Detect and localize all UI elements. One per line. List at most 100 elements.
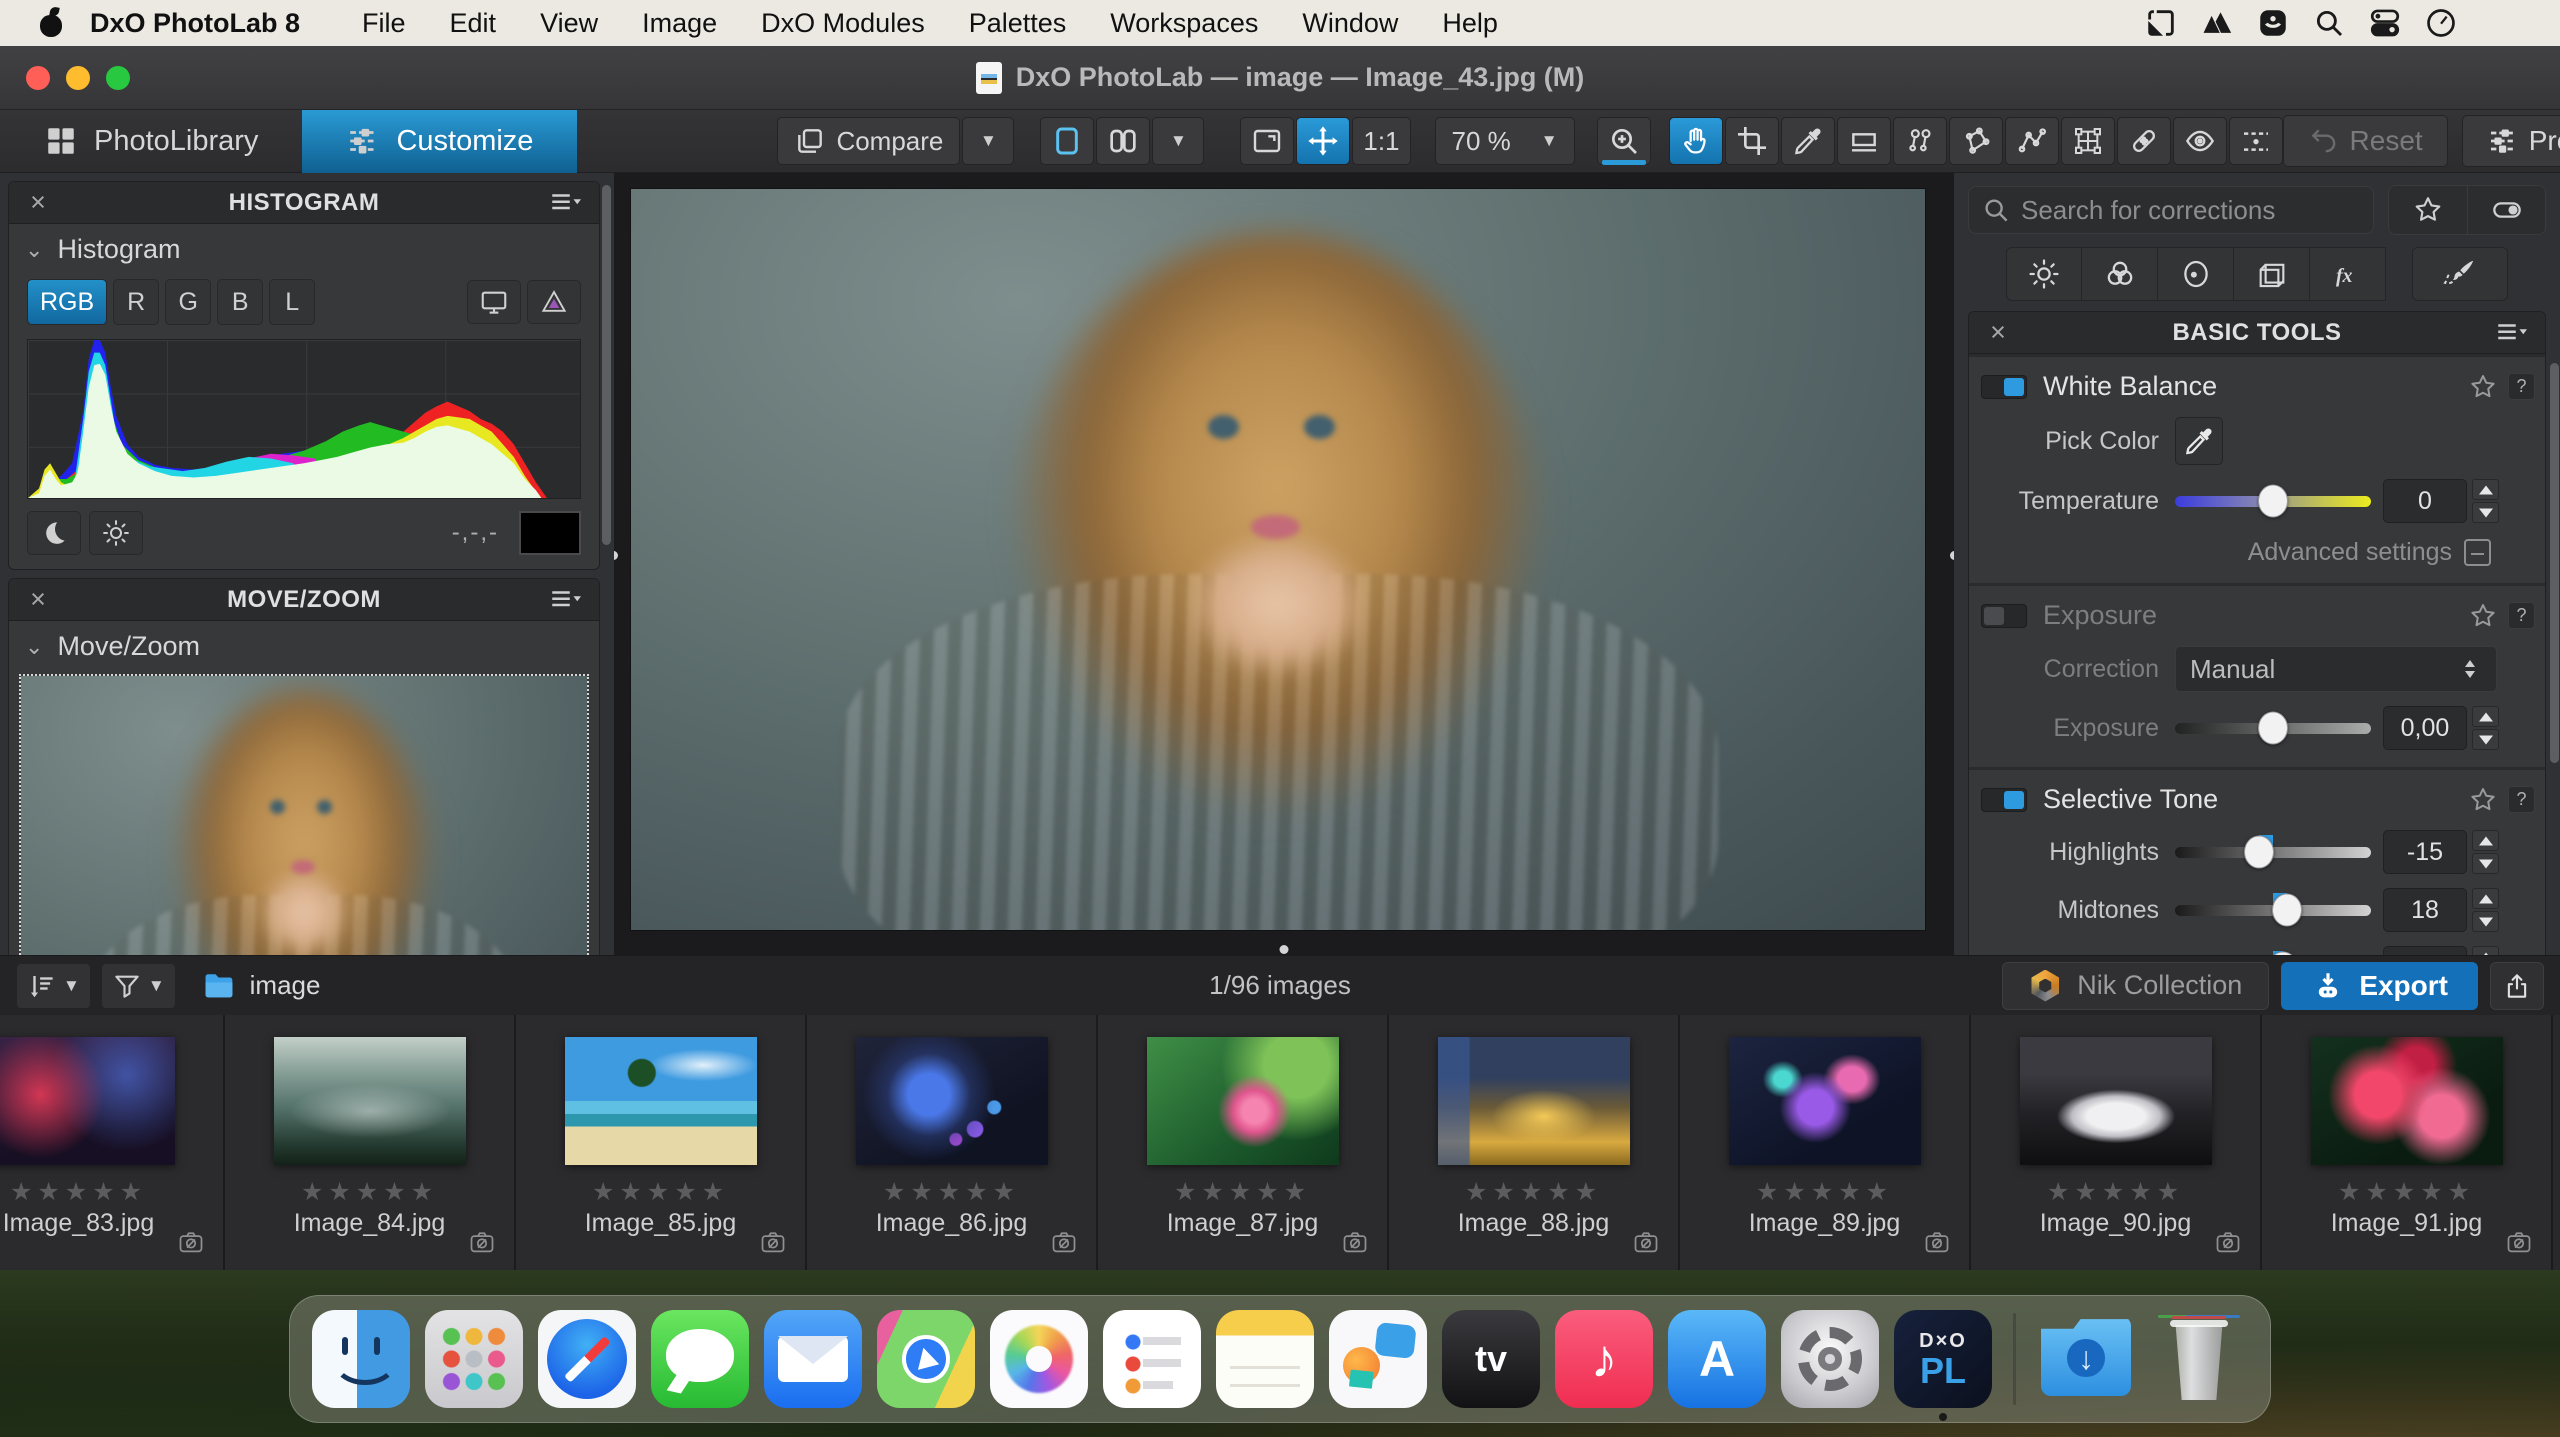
tool-button-control-line[interactable] xyxy=(2005,117,2059,165)
dock-icon-trash[interactable] xyxy=(2150,1310,2248,1408)
thumbnail-image[interactable] xyxy=(1147,1037,1339,1165)
star-icon[interactable] xyxy=(2468,372,2498,402)
increment-button[interactable] xyxy=(2472,830,2499,851)
tool-button-control-polygon[interactable] xyxy=(1949,117,2003,165)
close-window-button[interactable] xyxy=(26,66,50,90)
palette-menu-icon[interactable] xyxy=(547,585,585,615)
export-button[interactable]: Export xyxy=(2281,962,2478,1010)
thumbnail-image[interactable] xyxy=(2020,1037,2212,1165)
dock-icon-finder[interactable] xyxy=(312,1310,410,1408)
thumbnail-image[interactable] xyxy=(856,1037,1048,1165)
help-icon[interactable]: ? xyxy=(2508,602,2535,629)
status-icon[interactable] xyxy=(2312,6,2346,40)
increment-button[interactable] xyxy=(2472,706,2499,727)
zoom-window-button[interactable] xyxy=(106,66,130,90)
tool-button-horizon[interactable] xyxy=(1837,117,1891,165)
category-button-fx[interactable]: fx xyxy=(2310,247,2386,301)
slider-thumb[interactable] xyxy=(2258,712,2288,745)
decrement-button[interactable] xyxy=(2472,853,2499,874)
favorites-filter-button[interactable] xyxy=(2389,186,2467,234)
shadow-clipping-button[interactable] xyxy=(27,511,81,555)
dock-icon-appletv[interactable] xyxy=(1442,1310,1540,1408)
decrement-button[interactable] xyxy=(2472,502,2499,523)
monitor-gamut-button[interactable] xyxy=(467,280,521,324)
dock-icon-notes[interactable] xyxy=(1216,1310,1314,1408)
compare-button[interactable]: Compare xyxy=(777,117,960,165)
minimize-window-button[interactable] xyxy=(66,66,90,90)
thumbnail-image[interactable] xyxy=(2311,1037,2503,1165)
right-panel-resize-handle[interactable] xyxy=(1950,551,1954,560)
hand-tool-button[interactable] xyxy=(1669,117,1723,165)
slider-thumb[interactable] xyxy=(2272,894,2302,927)
slider-thumb[interactable] xyxy=(2258,485,2288,518)
thumbnail-image[interactable] xyxy=(1729,1037,1921,1165)
filmstrip-item-Image_90.jpg[interactable]: ★★★★★ Image_90.jpg xyxy=(1971,1015,2262,1270)
dock-icon-reminders[interactable] xyxy=(1103,1310,1201,1408)
tone-slider[interactable] xyxy=(2175,835,2371,869)
dock-icon-freeform[interactable] xyxy=(1329,1310,1427,1408)
dock-icon-maps[interactable] xyxy=(877,1310,975,1408)
filmstrip-item-Image_85.jpg[interactable]: ★★★★★ Image_85.jpg xyxy=(516,1015,807,1270)
single-view-button[interactable] xyxy=(1040,117,1094,165)
menubar-app-name[interactable]: DxO PhotoLab 8 xyxy=(90,8,300,39)
increment-button[interactable] xyxy=(2472,946,2499,955)
share-button[interactable] xyxy=(2490,962,2544,1010)
exposure-toggle[interactable] xyxy=(1981,604,2027,628)
presets-button[interactable]: Presets xyxy=(2462,115,2560,167)
left-panel-scrollbar[interactable] xyxy=(602,185,611,545)
dock-icon-launchpad[interactable] xyxy=(425,1310,523,1408)
status-icon[interactable] xyxy=(2368,6,2402,40)
bottom-resize-handle[interactable] xyxy=(1280,945,1289,954)
filmstrip-item-Image_86.jpg[interactable]: ★★★★★ Image_86.jpg xyxy=(807,1015,1098,1270)
movezoom-preview[interactable] xyxy=(19,674,589,955)
star-rating[interactable]: ★★★★★ xyxy=(883,1177,1020,1207)
channel-button-B[interactable]: B xyxy=(217,279,263,325)
thumbnail-image[interactable] xyxy=(274,1037,466,1165)
channel-button-R[interactable]: R xyxy=(113,279,159,325)
exposure-value[interactable]: 0,00 xyxy=(2383,706,2467,750)
star-rating[interactable]: ★★★★★ xyxy=(301,1177,438,1207)
white-balance-toggle[interactable] xyxy=(1981,375,2027,399)
menu-item[interactable]: Workspaces xyxy=(1088,0,1280,46)
star-rating[interactable]: ★★★★★ xyxy=(2338,1177,2475,1207)
tool-button-crop[interactable] xyxy=(1725,117,1779,165)
image-viewer[interactable] xyxy=(614,173,1954,955)
menu-item[interactable]: File xyxy=(340,0,428,46)
collapse-icon[interactable] xyxy=(2464,539,2491,566)
filmstrip-item-Image_87.jpg[interactable]: ★★★★★ Image_87.jpg xyxy=(1098,1015,1389,1270)
dock-icon-mail[interactable] xyxy=(764,1310,862,1408)
filmstrip-item-Image_83.jpg[interactable]: ★★★★★ Image_83.jpg xyxy=(0,1015,225,1270)
dock-icon-safari[interactable] xyxy=(538,1310,636,1408)
right-panel-scrollbar[interactable] xyxy=(2550,363,2559,763)
move-tool-button[interactable] xyxy=(1296,117,1350,165)
menu-item[interactable]: Edit xyxy=(428,0,519,46)
tone-value[interactable]: -15 xyxy=(2383,830,2467,874)
menu-item[interactable]: DxO Modules xyxy=(739,0,947,46)
star-rating[interactable]: ★★★★★ xyxy=(592,1177,729,1207)
exposure-slider[interactable] xyxy=(2175,711,2371,745)
star-rating[interactable]: ★★★★★ xyxy=(1465,1177,1602,1207)
apple-menu-icon[interactable] xyxy=(38,8,64,38)
star-rating[interactable]: ★★★★★ xyxy=(2047,1177,2184,1207)
status-icon[interactable] xyxy=(2200,6,2234,40)
status-icon[interactable] xyxy=(2144,6,2178,40)
tool-button-mask-options[interactable] xyxy=(2229,117,2283,165)
compare-dropdown-button[interactable]: ▼ xyxy=(962,117,1014,165)
corrections-search[interactable] xyxy=(1968,186,2374,234)
thumbnail-image[interactable] xyxy=(565,1037,757,1165)
split-view-button[interactable] xyxy=(1096,117,1150,165)
dock-icon-photos[interactable] xyxy=(990,1310,1088,1408)
category-button-cube[interactable] xyxy=(2234,247,2310,301)
channel-button-G[interactable]: G xyxy=(165,279,211,325)
nik-collection-button[interactable]: Nik Collection xyxy=(2002,962,2269,1010)
slider-thumb[interactable] xyxy=(2244,836,2274,869)
dock-icon-messages[interactable] xyxy=(651,1310,749,1408)
color-profile-button[interactable] xyxy=(527,280,581,324)
dock-icon-downloads[interactable] xyxy=(2037,1310,2135,1408)
tone-value[interactable]: 18 xyxy=(2383,888,2467,932)
menu-item[interactable]: View xyxy=(518,0,620,46)
filmstrip-item-Image_84.jpg[interactable]: ★★★★★ Image_84.jpg xyxy=(225,1015,516,1270)
dock-icon-appstore[interactable] xyxy=(1668,1310,1766,1408)
filmstrip-item-Image_89.jpg[interactable]: ★★★★★ Image_89.jpg xyxy=(1680,1015,1971,1270)
star-icon[interactable] xyxy=(2468,601,2498,631)
